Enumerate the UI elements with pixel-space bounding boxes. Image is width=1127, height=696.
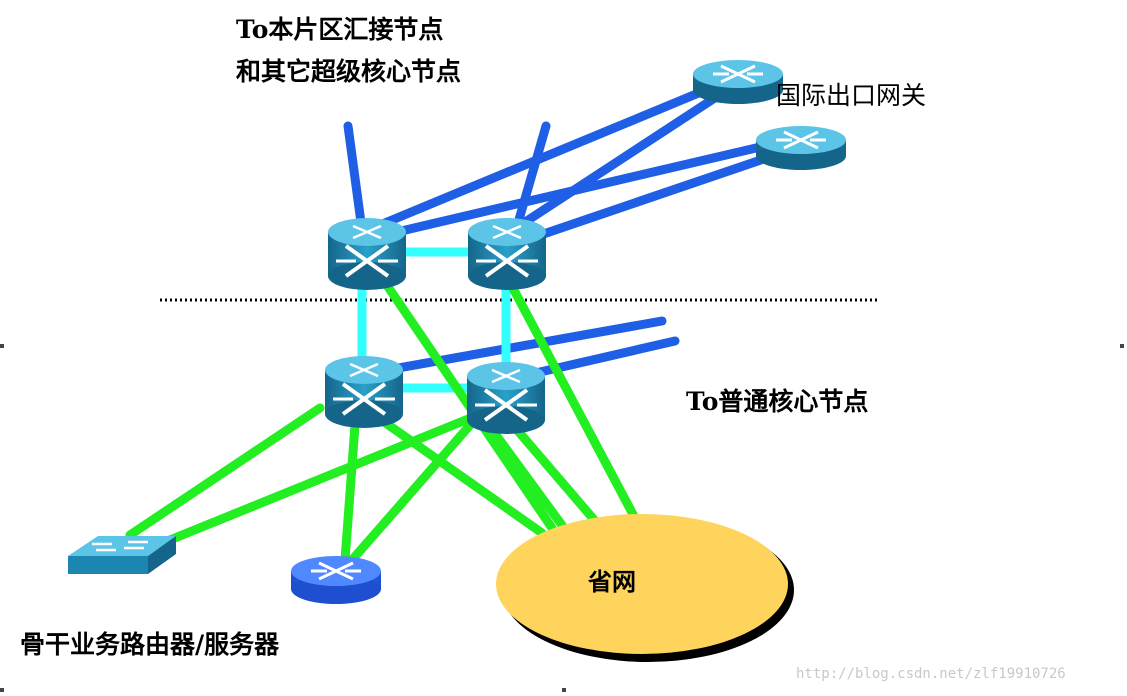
uplink-lines [343,75,795,385]
switch-router-icon [467,362,545,434]
edge-mark [562,688,566,692]
network-diagram: To本片区汇接节点 和其它超级核心节点 国际出口网关 To普通核心节点 省网 骨… [0,0,1127,696]
label-top-line1: To本片区汇接节点 [236,15,444,44]
router-icon [693,60,783,104]
uplink-a-up [343,121,367,235]
router-icon [291,556,381,604]
provincial-network-cloud [496,514,794,662]
switch-router-icon [328,218,406,290]
workgroup-switch-icon [68,536,176,574]
label-normal-core: To普通核心节点 [686,387,869,416]
switch-router-icon [468,218,546,290]
label-top-line2: 和其它超级核心节点 [236,57,462,86]
edge-mark [1120,344,1124,348]
router-icon [756,126,846,170]
label-gateway: 国际出口网关 [776,81,927,110]
switch-router-icon [325,356,403,428]
label-provincial: 省网 [588,567,636,596]
label-backbone: 骨干业务路由器/服务器 [20,630,280,659]
edge-mark [0,688,4,692]
edge-mark [0,344,4,348]
watermark: http://blog.csdn.net/zlf19910726 [796,666,1066,682]
diagram-canvas [0,60,1124,692]
